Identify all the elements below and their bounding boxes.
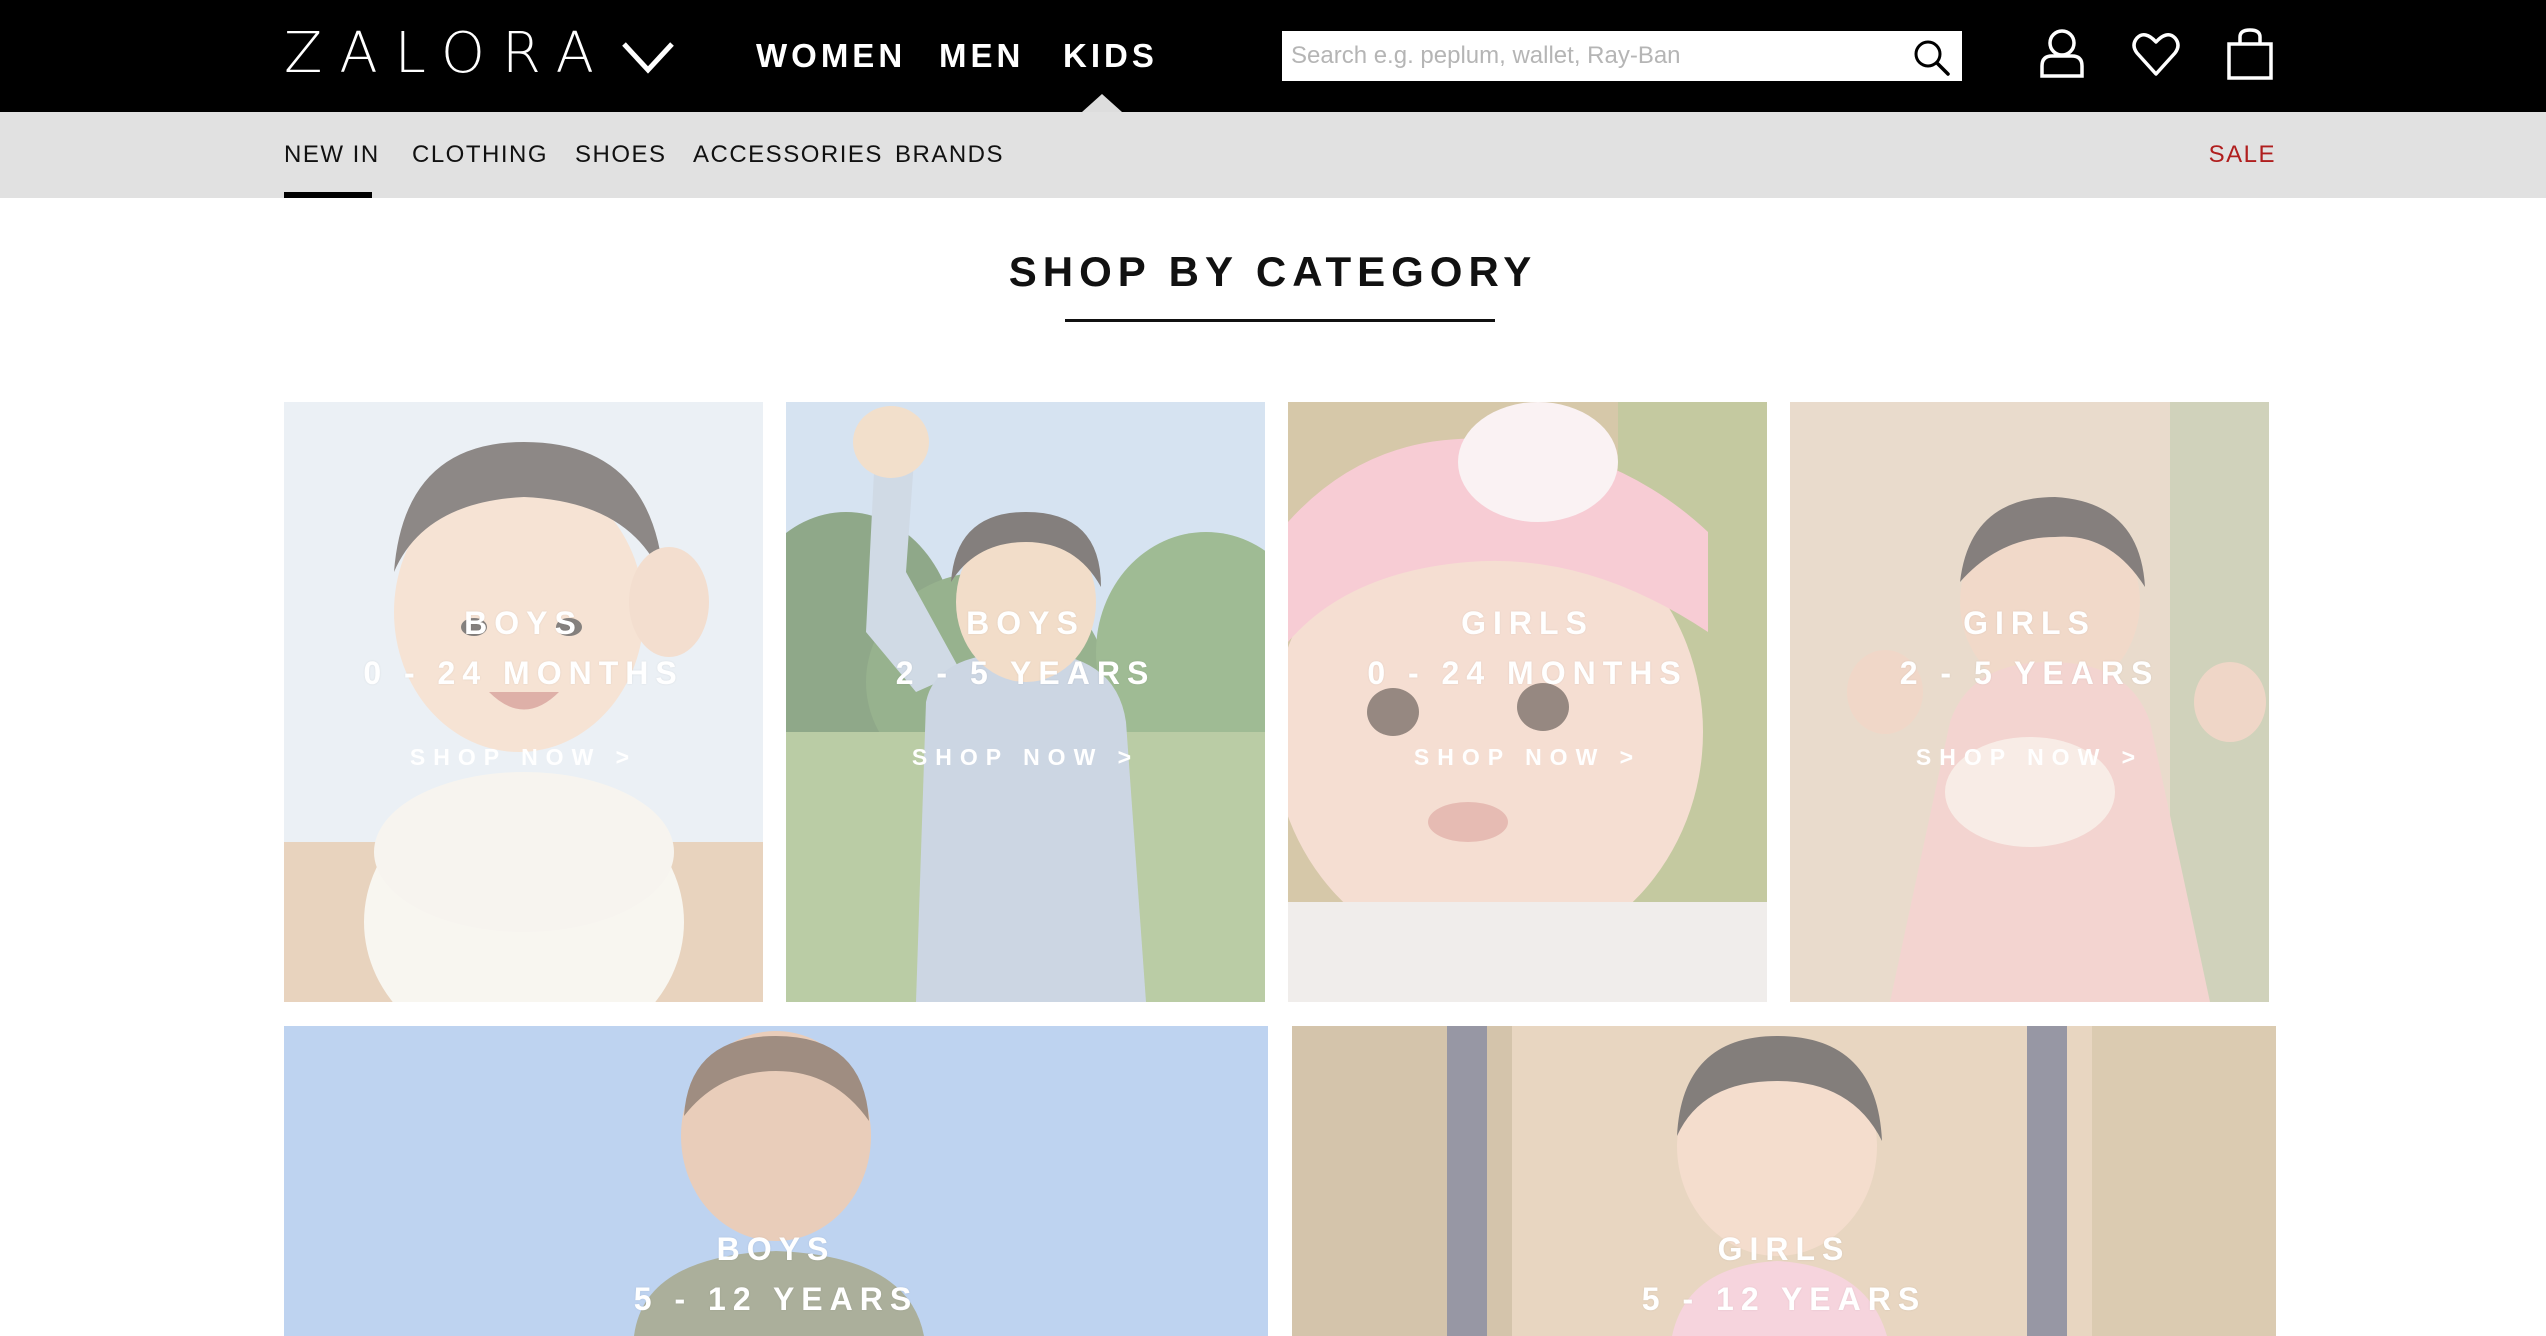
category-subnav: NEW IN CLOTHING SHOES ACCESSORIES BRANDS…: [0, 112, 2546, 198]
nav-kids[interactable]: KIDS: [1063, 34, 1158, 78]
tile-label-age: 2 - 5 YEARS: [1899, 655, 2160, 691]
shop-now-link[interactable]: SHOP NOW >: [786, 742, 1265, 772]
search-input[interactable]: [1283, 32, 1901, 80]
subnav-new-in[interactable]: NEW IN: [284, 140, 380, 170]
tile-label-gender: GIRLS: [1461, 605, 1594, 641]
wishlist-heart-icon[interactable]: [2130, 26, 2182, 82]
tile-label-gender: BOYS: [464, 605, 583, 641]
tile-label-gender: GIRLS: [1963, 605, 2096, 641]
shop-now-link[interactable]: SHOP NOW >: [1288, 742, 1767, 772]
shop-now-link[interactable]: SHOP NOW >: [284, 742, 763, 772]
tile-label-gender: BOYS: [716, 1231, 836, 1267]
category-tile-boys-2-5-years[interactable]: BOYS 2 - 5 YEARS SHOP NOW >: [786, 402, 1265, 1002]
shopping-bag-icon[interactable]: [2224, 26, 2276, 82]
tile-label-gender: GIRLS: [1717, 1231, 1851, 1267]
account-icon[interactable]: [2036, 26, 2088, 82]
top-navigation-bar: ZALORA WOMEN MEN KIDS: [0, 0, 2546, 112]
active-subnav-underline: [284, 192, 372, 198]
tile-overlay: [786, 402, 1265, 1002]
tile-label-age: 2 - 5 YEARS: [895, 655, 1156, 691]
tile-label-age: 0 - 24 MONTHS: [1367, 655, 1688, 691]
search-box: [1282, 31, 1962, 81]
category-tile-boys-0-24-months[interactable]: BOYS 0 - 24 MONTHS SHOP NOW >: [284, 402, 763, 1002]
tile-overlay: [1790, 402, 2269, 1002]
subnav-brands[interactable]: BRANDS: [895, 140, 1004, 170]
section-title-underline: [1065, 319, 1495, 322]
category-tile-girls-0-24-months[interactable]: GIRLS 0 - 24 MONTHS SHOP NOW >: [1288, 402, 1767, 1002]
chevron-down-icon[interactable]: [620, 30, 676, 82]
tile-label-age: 5 - 12 YEARS: [1641, 1281, 1927, 1317]
subnav-clothing[interactable]: CLOTHING: [412, 140, 548, 170]
category-tile-girls-2-5-years[interactable]: GIRLS 2 - 5 YEARS SHOP NOW >: [1790, 402, 2269, 1002]
search-icon[interactable]: [1911, 37, 1951, 77]
nav-men[interactable]: MEN: [939, 34, 1024, 78]
subnav-accessories[interactable]: ACCESSORIES: [693, 140, 883, 170]
tile-label-age: 5 - 12 YEARS: [633, 1281, 919, 1317]
section-title: SHOP BY CATEGORY: [1008, 248, 1538, 295]
tile-label-age: 0 - 24 MONTHS: [363, 655, 684, 691]
nav-women[interactable]: WOMEN: [756, 34, 906, 78]
tile-overlay: [1288, 402, 1767, 1002]
category-tile-girls-5-12-years[interactable]: GIRLS 5 - 12 YEARS: [1292, 1026, 2276, 1336]
active-nav-indicator: [1082, 94, 1122, 112]
shop-now-link[interactable]: SHOP NOW >: [1790, 742, 2269, 772]
tile-overlay: [284, 402, 763, 1002]
subnav-sale[interactable]: SALE: [2209, 140, 2276, 170]
category-tile-boys-5-12-years[interactable]: BOYS 5 - 12 YEARS: [284, 1026, 1268, 1336]
tile-label-gender: BOYS: [966, 605, 1085, 641]
zalora-logo[interactable]: ZALORA: [284, 24, 611, 84]
subnav-shoes[interactable]: SHOES: [575, 140, 667, 170]
